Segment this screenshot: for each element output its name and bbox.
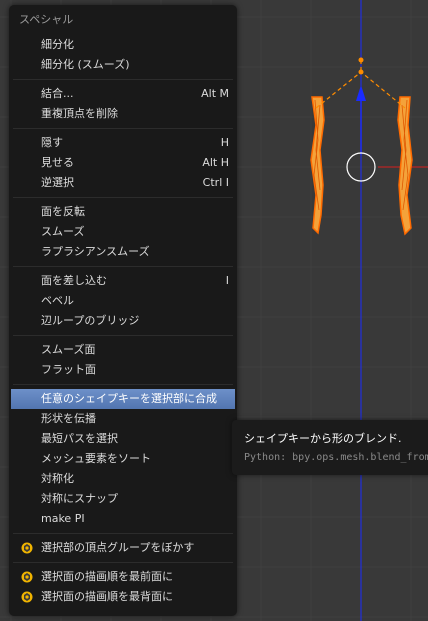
menu-item-label: 対称化 xyxy=(41,472,74,485)
menu-item-shortcut: H xyxy=(220,136,229,149)
menu-item-label: メッシュ要素をソート xyxy=(41,452,151,465)
menu-item-label: 形状を伝播 xyxy=(41,412,96,425)
menu-item[interactable]: 形状を伝播 xyxy=(9,409,237,429)
menu-item-label: 選択面の描画順を最背面に xyxy=(41,590,173,603)
menu-item-label: 逆選択 xyxy=(41,176,74,189)
apex-vertex xyxy=(358,69,364,75)
menu-item[interactable]: 最短パスを選択 xyxy=(9,429,237,449)
menu-item-shortcut: Alt M xyxy=(201,87,229,100)
menu-item-label: スムーズ xyxy=(41,225,85,238)
python-addon-icon xyxy=(21,571,33,583)
menu-item[interactable]: 任意のシェイプキーを選択部に合成 xyxy=(11,389,235,409)
menu-separator xyxy=(13,128,233,129)
menu-separator xyxy=(13,562,233,563)
menu-separator xyxy=(13,79,233,80)
menu-item-label: 任意のシェイプキーを選択部に合成 xyxy=(41,392,217,405)
python-addon-icon xyxy=(21,542,33,554)
menu-item[interactable]: フラット面 xyxy=(9,360,237,380)
menu-item-label: 結合... xyxy=(41,87,74,100)
menu-item[interactable]: 選択部の頂点グループをぼかす xyxy=(9,538,237,558)
menu-item-label: make PI xyxy=(41,512,85,525)
z-manipulator-arrow-icon[interactable] xyxy=(356,85,366,101)
menu-item-label: 面を反転 xyxy=(41,205,85,218)
menu-separator xyxy=(13,266,233,267)
menu-item-label: 辺ループのブリッジ xyxy=(41,314,140,327)
menu-item[interactable]: make PI xyxy=(9,509,237,529)
tooltip-python-path: Python: bpy.ops.mesh.blend_from_shape() xyxy=(244,452,428,463)
tooltip: シェイプキーから形のブレンド. Python: bpy.ops.mesh.ble… xyxy=(232,420,428,475)
menu-item[interactable]: 対称にスナップ xyxy=(9,489,237,509)
menu-item-label: 対称にスナップ xyxy=(41,492,118,505)
menu-item[interactable]: 対称化 xyxy=(9,469,237,489)
menu-item[interactable]: 見せる Alt H xyxy=(9,153,237,173)
menu-separator xyxy=(13,384,233,385)
menu-separator xyxy=(13,335,233,336)
menu-item-label: 面を差し込む xyxy=(41,274,107,287)
menu-item-shortcut: I xyxy=(225,274,229,287)
menu-item[interactable]: 選択面の描画順を最背面に xyxy=(9,587,237,607)
menu-item[interactable]: ラプラシアンスムーズ xyxy=(9,242,237,262)
menu-item-label: 見せる xyxy=(41,156,74,169)
menu-item[interactable]: スムーズ xyxy=(9,222,237,242)
menu-item-label: 選択面の描画順を最前面に xyxy=(41,570,173,583)
menu-item[interactable]: 細分化 (スムーズ) xyxy=(9,55,237,75)
menu-item-label: 隠す xyxy=(41,136,63,149)
menu-item-shortcut: Alt H xyxy=(202,156,229,169)
menu-item[interactable]: スムーズ面 xyxy=(9,340,237,360)
tooltip-title: シェイプキーから形のブレンド. xyxy=(244,432,402,445)
menu-item-label: 細分化 (スムーズ) xyxy=(41,58,130,71)
menu-separator xyxy=(13,533,233,534)
menu-item-label: 選択部の頂点グループをぼかす xyxy=(41,541,195,554)
menu-title: スペシャル xyxy=(19,13,74,26)
menu-body: 細分化細分化 (スムーズ) 結合... Alt M 重複頂点を削除 隠す H 見せる Alt … xyxy=(9,35,237,607)
menu-separator xyxy=(13,197,233,198)
menu-item[interactable]: 隠す H xyxy=(9,133,237,153)
menu-item[interactable]: 逆選択 Ctrl I xyxy=(9,173,237,193)
menu-item[interactable]: 選択面の描画順を最前面に xyxy=(9,567,237,587)
menu-item[interactable]: 面を差し込む I xyxy=(9,271,237,291)
menu-item-label: スムーズ面 xyxy=(41,343,96,356)
specials-menu: スペシャル 細分化 細分化 (スムーズ) 結合... Alt M 重複頂点を削除 隠す H 見… xyxy=(9,5,237,616)
menu-item-label: ベベル xyxy=(41,294,74,307)
menu-item-label: 最短パスを選択 xyxy=(41,432,118,445)
top-vertex xyxy=(358,57,364,63)
menu-item-label: フラット面 xyxy=(41,363,96,376)
menu-item[interactable]: 面を反転 xyxy=(9,202,237,222)
menu-item[interactable]: ベベル xyxy=(9,291,237,311)
mesh-right-wing xyxy=(397,96,413,236)
menu-item-label: 細分化 xyxy=(41,38,74,51)
menu-item[interactable]: メッシュ要素をソート xyxy=(9,449,237,469)
menu-item[interactable]: 重複頂点を削除 xyxy=(9,104,237,124)
menu-item-label: 重複頂点を削除 xyxy=(41,107,118,120)
menu-item[interactable]: 結合... Alt M xyxy=(9,84,237,104)
python-addon-icon xyxy=(21,591,33,603)
menu-item[interactable]: 細分化 xyxy=(9,35,237,55)
menu-item[interactable]: 辺ループのブリッジ xyxy=(9,311,237,331)
menu-item-shortcut: Ctrl I xyxy=(202,176,229,189)
menu-item-label: ラプラシアンスムーズ xyxy=(41,245,150,258)
